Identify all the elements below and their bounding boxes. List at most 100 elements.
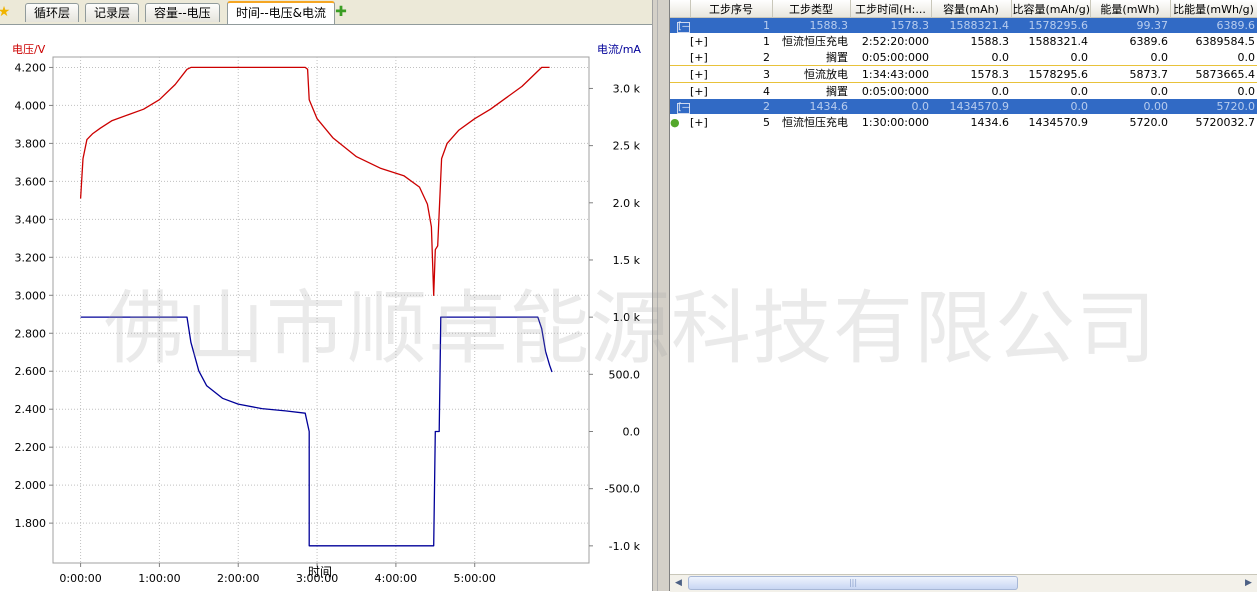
step-row[interactable]: [+] 1 恒流恒压充电 2:52:20:000 1588.3 1588321.4 6389…: [670, 33, 1257, 49]
step-no-cell: [+] 5: [690, 114, 772, 130]
step-value-cell: 1588321.4: [1028, 34, 1089, 48]
expand-toggle[interactable]: [+]: [690, 51, 708, 64]
col-header-specific-energy[interactable]: 比能量(mWh/g): [1170, 0, 1257, 18]
tab-capacity-voltage[interactable]: 容量--电压: [145, 3, 220, 22]
step-value-cell: 0.0: [991, 84, 1010, 98]
cycle-cell: 1: [690, 17, 772, 33]
row-marker-cell: [670, 83, 690, 100]
expand-toggle[interactable]: [+]: [690, 35, 708, 48]
x-tick-label: 1:00:00: [138, 572, 180, 585]
step-value-cell: 1578.3: [931, 65, 1011, 83]
col-header-marker[interactable]: [670, 0, 691, 18]
y-left-tick-label: 2.400: [15, 403, 47, 416]
step-number: 1: [763, 34, 770, 48]
cycle-toggle-cell[interactable]: [—]: [670, 17, 690, 33]
step-type-cell: 搁置: [826, 51, 848, 64]
col-header-energy[interactable]: 能量(mWh): [1090, 0, 1171, 18]
cycle-cell: 0.0: [850, 99, 931, 114]
cycle-row[interactable]: [—]21434.60.01434570.90.00.005720.0: [670, 99, 1257, 114]
step-value-cell: 1434570.9: [1028, 115, 1089, 129]
step-table: 工步序号 工步类型 工步时间(H:... 容量(mAh) 比容量(mAh/g) …: [670, 0, 1257, 130]
y-left-tick-label: 3.000: [15, 289, 47, 302]
col-header-specific-capacity[interactable]: 比容量(mAh/g): [1011, 0, 1091, 18]
step-value-cell: 0:05:00:000: [861, 50, 929, 64]
voltage-current-chart: 4.200 4.000 3.800 3.600 3.400 3.200 3.000 2.800…: [12, 42, 641, 585]
col-header-step-no[interactable]: 工步序号: [690, 0, 773, 18]
step-value-cell: 0.0: [991, 50, 1010, 64]
y-right-tick-label: 0.0: [623, 425, 641, 438]
y-right-tick-label: 1.0 k: [613, 311, 641, 324]
x-axis-label: 时间: [308, 565, 332, 579]
col-header-step-time[interactable]: 工步时间(H:...: [850, 0, 932, 18]
expand-toggle[interactable]: [+]: [690, 68, 708, 81]
row-marker-cell: [670, 49, 690, 66]
step-value-cell: 1:30:00:000: [861, 115, 929, 129]
expand-toggle[interactable]: [+]: [690, 85, 708, 98]
y-right-tick-label: 500.0: [609, 368, 641, 381]
y-right-tick-label: 2.5 k: [613, 140, 641, 153]
step-row[interactable]: [+] 2 搁置 0:05:00:000 0.0 0.0 0.0 0.0: [670, 49, 1257, 66]
scroll-right-arrow-icon[interactable]: ▶: [1241, 576, 1256, 591]
y-left-tick-label: 3.200: [15, 251, 47, 264]
step-value-cell: 5873665.4: [1170, 65, 1257, 83]
cycle-cell: 99.37: [1090, 17, 1170, 33]
horizontal-scrollbar[interactable]: ◀ ||| ▶: [670, 574, 1257, 592]
splitter-grip: [657, 0, 658, 591]
expand-toggle[interactable]: [+]: [690, 116, 708, 129]
y-left-tick-label: 4.000: [15, 99, 47, 112]
pane-splitter[interactable]: [652, 0, 670, 591]
step-value-cell: 0.0: [1070, 50, 1089, 64]
cycle-cell: 1578295.6: [1011, 17, 1090, 33]
tab-time-voltage-current[interactable]: 时间--电压&电流: [227, 1, 336, 24]
y-left-tick-label: 4.200: [15, 61, 47, 74]
y-left-tick-label: 3.600: [15, 175, 47, 188]
y-right-tick-label: 3.0 k: [613, 82, 641, 95]
cycle-toggle-cell[interactable]: [—]: [670, 99, 690, 114]
scroll-left-arrow-icon[interactable]: ◀: [671, 576, 686, 591]
step-type-cell: 搁置: [826, 85, 848, 98]
tab-record-layer[interactable]: 记录层: [85, 3, 140, 22]
scrollbar-thumb[interactable]: |||: [688, 576, 1018, 590]
step-number: 3: [763, 67, 770, 81]
y-left-tick-label: 2.600: [15, 365, 47, 378]
chart-pane: ★ 循环层 记录层 容量--电压 时间--电压&电流 ✚ 4.200 4.000 3…: [0, 0, 652, 591]
step-value-cell: 0:05:00:000: [861, 84, 929, 98]
y-left-tick-label: 3.400: [15, 213, 47, 226]
step-type-cell: 恒流恒压充电: [782, 116, 848, 129]
step-value-cell: 0.0: [1150, 50, 1169, 64]
collapse-toggle[interactable]: [—]: [677, 21, 690, 33]
y-right-tick-label: 2.0 k: [613, 197, 641, 210]
cycle-row[interactable]: [—]11588.31578.31588321.41578295.699.376…: [670, 17, 1257, 33]
tab-bar: ★ 循环层 记录层 容量--电压 时间--电压&电流 ✚: [0, 0, 652, 25]
y-right-tick-label: -500.0: [605, 483, 640, 496]
cycle-cell: 0.0: [1011, 99, 1090, 114]
col-header-step-type[interactable]: 工步类型: [772, 0, 851, 18]
step-value-cell: 5720.0: [1129, 115, 1169, 129]
step-value-cell: 0.0: [1150, 84, 1169, 98]
tab-cycle-layer[interactable]: 循环层: [25, 3, 80, 22]
step-number: 5: [763, 115, 770, 129]
plot-area: [52, 56, 590, 564]
x-tick-label: 0:00:00: [59, 572, 101, 585]
step-row[interactable]: [+] 4 搁置 0:05:00:000 0.0 0.0 0.0 0.0: [670, 83, 1257, 100]
step-value-cell: 0.0: [1070, 84, 1089, 98]
collapse-toggle[interactable]: [—]: [677, 102, 690, 114]
step-no-cell: [+] 1: [690, 33, 772, 49]
lightbulb-icon: ●: [670, 115, 680, 129]
step-number: 4: [763, 84, 770, 98]
y-left-tick-label: 1.800: [15, 517, 47, 530]
y-left-tick-label: 2.200: [15, 441, 47, 454]
step-row[interactable]: [+] 3 恒流放电 1:34:43:000 1578.3 1578295.6 5873.7…: [670, 65, 1257, 83]
y-left-tick-label: 3.800: [15, 137, 47, 150]
row-marker-cell: [670, 33, 690, 49]
step-row[interactable]: ● [+] 5 恒流恒压充电 1:30:00:000 1434.6 1434570.9 572…: [670, 114, 1257, 130]
step-value-cell: 1434.6: [970, 115, 1010, 129]
step-no-cell: [+] 3: [690, 65, 772, 83]
add-star-icon[interactable]: ✚: [333, 4, 349, 20]
col-header-capacity[interactable]: 容量(mAh): [931, 0, 1012, 18]
cycle-cell: 1588.3: [772, 17, 850, 33]
step-value-cell: 2:52:20:000: [861, 34, 929, 48]
step-no-cell: [+] 4: [690, 83, 772, 100]
step-value-cell: 5873.7: [1090, 65, 1170, 83]
star-icon[interactable]: ★: [0, 4, 12, 20]
